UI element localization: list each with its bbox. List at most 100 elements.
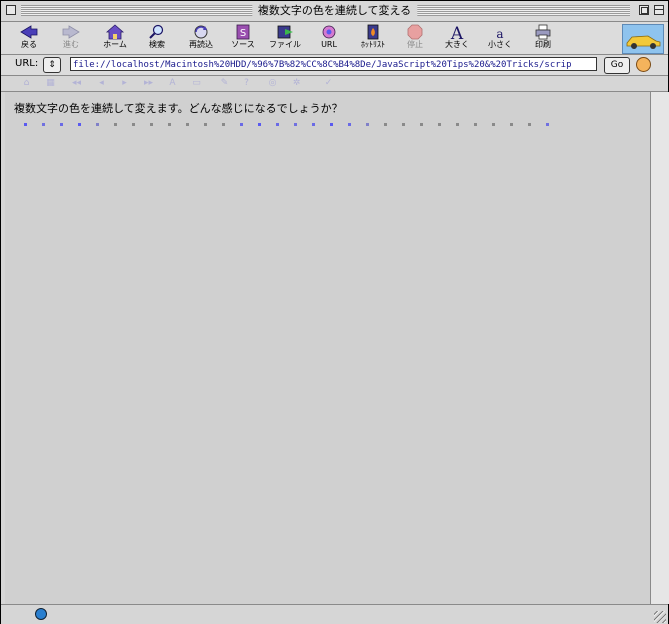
vertical-scrollbar[interactable] bbox=[650, 92, 669, 604]
color-dot bbox=[294, 123, 297, 126]
color-dot bbox=[456, 123, 459, 126]
ghost-forward-icon: ▸ bbox=[122, 78, 127, 88]
color-dot bbox=[366, 123, 369, 126]
svg-text:a: a bbox=[496, 27, 503, 40]
source-label: ソース bbox=[231, 40, 255, 49]
color-dot bbox=[168, 123, 171, 126]
color-dot bbox=[420, 123, 423, 126]
search-label: 検索 bbox=[149, 40, 165, 49]
print-icon bbox=[535, 24, 551, 40]
ghost-fastforward-icon: ▸▸ bbox=[143, 78, 154, 88]
print-button[interactable]: 印刷 bbox=[521, 24, 565, 54]
file-icon bbox=[277, 25, 293, 39]
color-dot bbox=[24, 123, 27, 126]
color-dot bbox=[474, 123, 477, 126]
reload-button[interactable]: 再読込 bbox=[179, 24, 223, 54]
back-button[interactable]: 戻る bbox=[7, 24, 51, 54]
smaller-text-label: 小さく bbox=[488, 40, 512, 49]
car-logo-icon bbox=[626, 35, 661, 49]
home-button[interactable]: ホーム bbox=[93, 24, 137, 54]
back-label: 戻る bbox=[21, 40, 37, 49]
forward-button[interactable]: 進む bbox=[49, 24, 93, 54]
larger-text-label: 大きく bbox=[445, 40, 469, 49]
url-label: URL bbox=[321, 40, 337, 49]
color-dot bbox=[510, 123, 513, 126]
larger-text-button[interactable]: A 大きく bbox=[435, 24, 479, 54]
ghost-rewind-icon: ◂◂ bbox=[71, 78, 82, 88]
ghost-help-icon: ? bbox=[244, 78, 249, 88]
file-label: ファイル bbox=[269, 40, 301, 49]
ghost-home-icon: ⌂ bbox=[23, 78, 30, 88]
color-dot bbox=[78, 123, 81, 126]
smaller-text-button[interactable]: a 小さく bbox=[478, 24, 522, 54]
stop-button[interactable]: 停止 bbox=[393, 24, 437, 54]
forward-label: 進む bbox=[63, 40, 79, 49]
personal-toolbar: ⌂ ▦ ◂◂ ◂ ▸ ▸▸ A ▭ ✎ ? ◎ ✲ ✓ bbox=[1, 76, 668, 92]
hotlist-label: ﾎｯﾄﾘｽﾄ bbox=[361, 40, 385, 49]
browser-window: 複数文字の色を連続して変える 戻る 進む ホーム 検索 再読込 S ソース ファ… bbox=[0, 0, 669, 624]
larger-text-icon: A bbox=[450, 24, 464, 40]
ghost-edit-icon: ✎ bbox=[220, 78, 229, 88]
collapse-box-icon[interactable] bbox=[654, 5, 664, 15]
file-button[interactable]: ファイル bbox=[263, 24, 307, 54]
color-dot bbox=[258, 123, 261, 126]
color-dot bbox=[438, 123, 441, 126]
color-dot bbox=[312, 123, 315, 126]
color-dot bbox=[492, 123, 495, 126]
source-icon: S bbox=[236, 24, 250, 40]
status-bar bbox=[1, 604, 668, 624]
color-dot bbox=[42, 123, 45, 126]
ghost-text-icon: A bbox=[169, 78, 176, 88]
color-dot bbox=[132, 123, 135, 126]
ghost-check-icon: ✓ bbox=[324, 78, 333, 88]
color-dot bbox=[384, 123, 387, 126]
search-button[interactable]: 検索 bbox=[135, 24, 179, 54]
resize-grip-icon[interactable] bbox=[654, 611, 666, 623]
window-title: 複数文字の色を連続して変える bbox=[251, 4, 418, 18]
source-button[interactable]: S ソース bbox=[221, 24, 265, 54]
color-dot bbox=[204, 123, 207, 126]
hotlist-button[interactable]: ﾎｯﾄﾘｽﾄ bbox=[351, 24, 395, 54]
stop-label: 停止 bbox=[407, 40, 423, 49]
color-dot bbox=[186, 123, 189, 126]
zoom-box-icon[interactable] bbox=[639, 5, 649, 15]
url-button[interactable]: URL bbox=[307, 24, 351, 54]
color-dot bbox=[222, 123, 225, 126]
home-icon bbox=[105, 24, 125, 40]
url-input[interactable]: file://localhost/Macintosh%20HDD/%96%7B%… bbox=[70, 57, 597, 71]
ghost-grid-icon: ▦ bbox=[46, 78, 55, 88]
url-icon bbox=[322, 25, 336, 39]
svg-text:S: S bbox=[240, 28, 246, 39]
url-field-label: URL: bbox=[15, 58, 39, 69]
print-label: 印刷 bbox=[535, 40, 551, 49]
smiley-status-icon[interactable] bbox=[636, 57, 651, 72]
color-dot bbox=[348, 123, 351, 126]
ghost-settings-icon: ◎ bbox=[268, 78, 277, 88]
stop-icon bbox=[407, 24, 423, 40]
ghost-back-icon: ◂ bbox=[99, 78, 104, 88]
ghost-gear-icon: ✲ bbox=[292, 78, 301, 88]
browser-logo bbox=[622, 24, 664, 54]
smaller-text-icon: a bbox=[496, 27, 503, 40]
forward-arrow-icon bbox=[62, 25, 80, 39]
color-dot bbox=[528, 123, 531, 126]
color-dot bbox=[60, 123, 63, 126]
color-dot bbox=[546, 123, 549, 126]
svg-text:A: A bbox=[450, 24, 464, 40]
page-content: 複数文字の色を連続して変えます。どんな感じになるでしょうか？ bbox=[5, 92, 650, 604]
color-dot bbox=[240, 123, 243, 126]
color-dot bbox=[150, 123, 153, 126]
globe-icon bbox=[35, 608, 47, 620]
title-bar[interactable]: 複数文字の色を連続して変える bbox=[1, 1, 668, 22]
color-dot-row bbox=[24, 123, 564, 129]
color-dot bbox=[330, 123, 333, 126]
color-dot bbox=[402, 123, 405, 126]
color-dot bbox=[276, 123, 279, 126]
close-box-icon[interactable] bbox=[6, 5, 16, 15]
go-button[interactable]: Go bbox=[604, 57, 630, 74]
url-history-stepper[interactable]: ⇕ bbox=[43, 57, 61, 73]
search-icon bbox=[149, 24, 164, 39]
color-dot bbox=[114, 123, 117, 126]
reload-icon bbox=[194, 25, 208, 39]
navigation-toolbar: 戻る 進む ホーム 検索 再読込 S ソース ファイル URL ﾎｯﾄﾘｽﾄ 停… bbox=[1, 22, 668, 55]
